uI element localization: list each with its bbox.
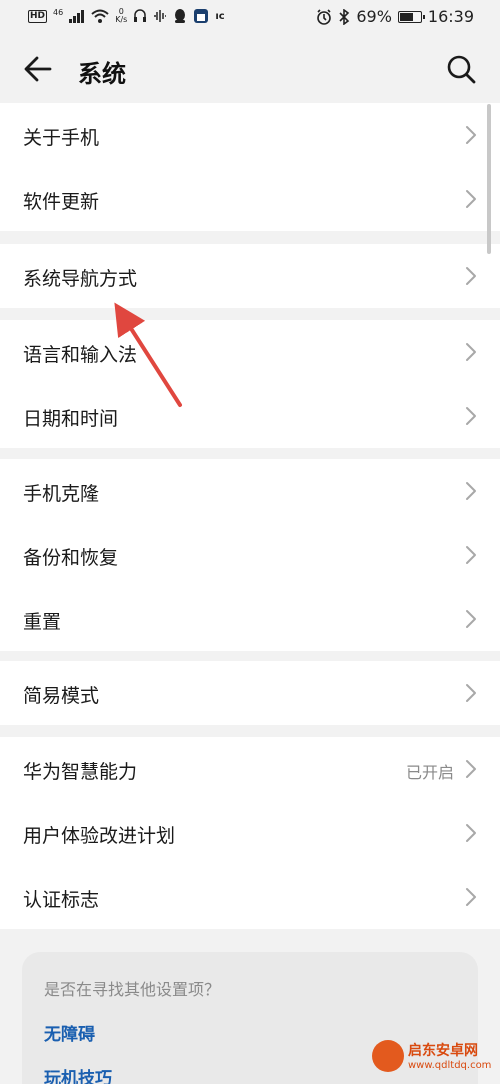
settings-group: 语言和输入法 日期和时间 [0, 320, 500, 448]
settings-group: 系统导航方式 [0, 244, 500, 308]
chevron-right-icon [464, 406, 478, 426]
battery-percent: 69% [356, 7, 392, 26]
settings-item-label: 日期和时间 [23, 408, 119, 430]
status-right: 69% 16:39 [316, 7, 474, 26]
link-accessibility[interactable]: 无障碍 [44, 1020, 95, 1045]
settings-item-label: 认证标志 [23, 889, 100, 911]
settings-group: 华为智慧能力 已开启用户体验改进计划 认证标志 [0, 737, 500, 929]
alarm-icon [317, 8, 332, 25]
suggestion-question: 是否在寻找其他设置项？ [44, 980, 221, 999]
status-left: HD 46 0 K/s ıc [28, 8, 225, 24]
app-bar: 系统 [0, 36, 500, 102]
settings-item[interactable]: 软件更新 [0, 167, 500, 231]
settings-group: 手机克隆备份和恢复重置 [0, 459, 500, 651]
chevron-right-icon [464, 683, 478, 703]
hd-badge: HD [28, 9, 48, 23]
settings-item[interactable]: 关于手机 [0, 103, 500, 167]
settings-item-label: 重置 [23, 611, 62, 633]
settings-item[interactable]: 重置 [0, 587, 500, 651]
chevron-right-icon [464, 759, 478, 779]
chevron-right-icon [464, 266, 478, 286]
settings-item-label: 关于手机 [23, 127, 100, 149]
settings-item-label: 华为智慧能力 [23, 761, 138, 783]
chevron-right-icon [464, 823, 478, 843]
settings-item[interactable]: 简易模式 [0, 661, 500, 725]
chevron-right-icon [464, 887, 478, 907]
settings-item-label: 用户体验改进计划 [23, 825, 176, 847]
settings-item[interactable]: 日期和时间 [0, 384, 500, 448]
settings-group: 关于手机 软件更新 [0, 103, 500, 231]
page-title: 系统 [78, 60, 126, 88]
net-speed-unit: K/s [115, 15, 128, 24]
clock: 16:39 [427, 7, 474, 26]
back-arrow-icon[interactable] [22, 54, 54, 84]
watermark-icon [372, 1040, 404, 1072]
wifi-icon [91, 9, 109, 23]
watermark-url: www.qdltdq.com [408, 1060, 492, 1071]
settings-group: 简易模式 [0, 661, 500, 725]
signal-icon [69, 9, 85, 23]
settings-item[interactable]: 用户体验改进计划 [0, 801, 500, 865]
settings-item-label: 手机克隆 [23, 483, 100, 505]
net-gen-label: 46 [53, 7, 64, 17]
app-notify-icon [194, 9, 209, 23]
status-bar: HD 46 0 K/s ıc 69% 16:39 [0, 0, 500, 36]
chevron-right-icon [464, 125, 478, 145]
settings-item-label: 简易模式 [23, 685, 100, 707]
scrollbar[interactable] [487, 104, 491, 254]
settings-item[interactable]: 手机克隆 [0, 459, 500, 523]
settings-item-label: 软件更新 [23, 191, 100, 213]
chevron-right-icon [464, 189, 478, 209]
settings-item-value: 已开启 [405, 763, 454, 782]
net-speed: 0 K/s [115, 8, 127, 24]
search-icon[interactable] [444, 52, 478, 86]
settings-item-label: 语言和输入法 [23, 344, 138, 366]
voice-wave-icon [154, 10, 167, 22]
settings-item[interactable]: 备份和恢复 [0, 523, 500, 587]
settings-item-label: 系统导航方式 [23, 268, 138, 290]
battery-fill [399, 12, 413, 21]
settings-item[interactable]: 认证标志 [0, 865, 500, 929]
settings-item[interactable]: 系统导航方式 [0, 244, 500, 308]
settings-item[interactable]: 语言和输入法 [0, 320, 500, 384]
chevron-right-icon [464, 342, 478, 362]
qq-icon [175, 9, 186, 23]
watermark-name: 启东安卓网 [408, 1043, 478, 1059]
chevron-right-icon [464, 609, 478, 629]
app-badge-icon: ıc [215, 10, 225, 22]
chevron-right-icon [464, 481, 478, 501]
bluetooth-icon [339, 8, 350, 25]
headset-icon [134, 9, 147, 22]
battery-icon [397, 10, 425, 23]
watermark-logo: 启东安卓网 www.qdltdq.com [372, 1040, 500, 1084]
settings-item[interactable]: 华为智慧能力 已开启 [0, 737, 500, 801]
settings-item-label: 备份和恢复 [23, 547, 119, 569]
chevron-right-icon [464, 545, 478, 565]
link-tips[interactable]: 玩机技巧 [44, 1064, 112, 1084]
